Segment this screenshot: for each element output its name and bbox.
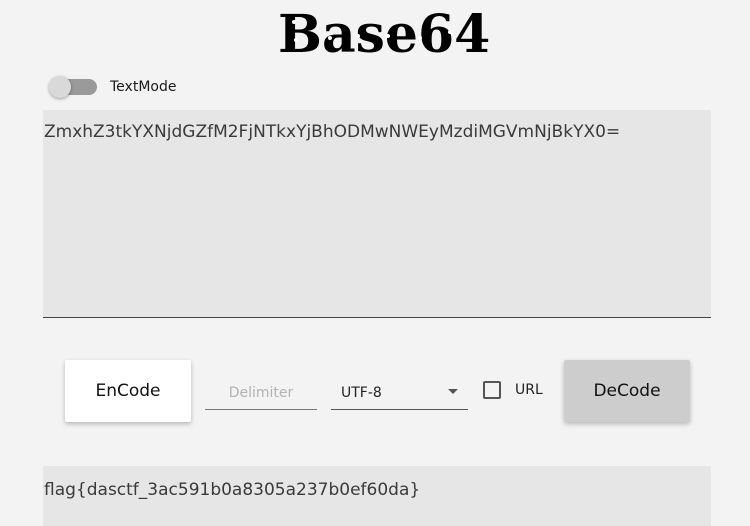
chevron-down-icon	[448, 389, 458, 394]
toggle-knob[interactable]	[49, 76, 71, 98]
base64-app: Base64 TextMode ZmxhZ3tkYXNjdGZfM2FjNTkx…	[0, 0, 750, 526]
base64-logo: Base64	[278, 4, 490, 65]
url-label: URL	[515, 382, 543, 398]
encoding-value: UTF-8	[341, 384, 382, 401]
delimiter-placeholder: Delimiter	[228, 384, 294, 401]
logo-text: Base64	[278, 4, 490, 65]
encode-button[interactable]: EnCode	[65, 360, 191, 422]
input-textarea[interactable]: ZmxhZ3tkYXNjdGZfM2FjNTkxYjBhODMwNWEyMzdi…	[43, 110, 711, 318]
textmode-label: TextMode	[110, 79, 177, 95]
textmode-toggle[interactable]	[49, 76, 97, 98]
output-text: flag{dasctf_3ac591b0a8305a237b0ef60da}	[44, 480, 421, 500]
decode-button[interactable]: DeCode	[564, 360, 690, 422]
url-checkbox[interactable]	[483, 381, 501, 399]
delimiter-input[interactable]: Delimiter	[205, 376, 317, 410]
textmode-toggle-row: TextMode	[49, 76, 177, 98]
output-textarea[interactable]: flag{dasctf_3ac591b0a8305a237b0ef60da}	[43, 466, 711, 526]
encoding-select[interactable]: UTF-8	[331, 376, 468, 410]
input-text: ZmxhZ3tkYXNjdGZfM2FjNTkxYjBhODMwNWEyMzdi…	[44, 122, 621, 142]
